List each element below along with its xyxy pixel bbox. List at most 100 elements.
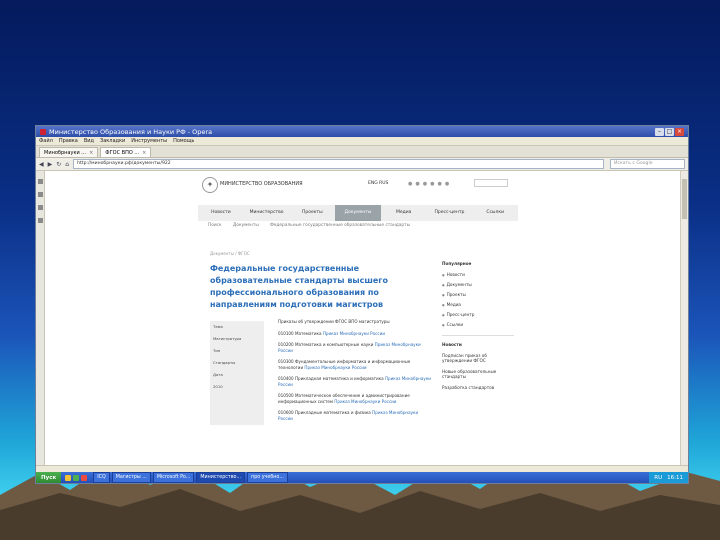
- language-links[interactable]: ENG RUS: [368, 181, 388, 186]
- reload-icon[interactable]: ↻: [56, 161, 61, 168]
- item-code: 010100: [278, 330, 294, 336]
- site-search-input[interactable]: [474, 179, 508, 187]
- subnav-item[interactable]: Федеральные государственные образователь…: [270, 223, 410, 228]
- item-code: 010400: [278, 376, 294, 381]
- nav-item-active[interactable]: Документы: [335, 205, 381, 221]
- subnav-item[interactable]: Поиск: [208, 223, 222, 228]
- filter-box: Тема Магистратура Тип Стандарты Дата 201…: [210, 321, 264, 425]
- divider: [442, 335, 514, 336]
- back-icon[interactable]: ◀: [39, 161, 44, 168]
- folder-icon[interactable]: [65, 474, 72, 481]
- icq-icon[interactable]: [73, 474, 80, 481]
- sidebar-link[interactable]: Проекты: [442, 292, 514, 297]
- taskbar-item[interactable]: про учебно...: [247, 472, 288, 483]
- home-icon[interactable]: ⌂: [65, 161, 69, 168]
- language-indicator[interactable]: RU: [654, 475, 662, 481]
- item-text: Математика и компьютерные науки: [294, 342, 374, 347]
- breadcrumb[interactable]: Документы / ФГОС: [210, 251, 250, 256]
- filter-label: Тип: [213, 348, 221, 353]
- filter-label: Тема: [213, 324, 223, 329]
- vertical-scrollbar[interactable]: [680, 171, 688, 465]
- menu-edit[interactable]: Правка: [59, 138, 78, 144]
- nav-item[interactable]: Министерство: [244, 205, 290, 221]
- item-code: 010600: [278, 410, 294, 415]
- taskbar-item[interactable]: Microsoft Po...: [152, 472, 195, 483]
- browser-tab-active[interactable]: ФГОС ВПО ... ×: [100, 147, 152, 157]
- nav-item[interactable]: Медиа: [381, 205, 427, 221]
- history-icon[interactable]: [37, 218, 43, 223]
- list-item: 010200 Математика и компьютерные науки П…: [278, 342, 434, 353]
- windows-taskbar: Пуск ICQ Магистры ... Microsoft Po... Ми…: [36, 472, 688, 483]
- menu-help[interactable]: Помощь: [173, 138, 194, 144]
- list-item: 010500 Математическое обеспечение и адми…: [278, 393, 434, 404]
- forward-icon[interactable]: ▶: [48, 161, 53, 168]
- tab-label: Минобрнауки ...: [44, 149, 87, 156]
- list-item: 010100 Математика Приказ Минобрнауки Рос…: [278, 331, 434, 337]
- emblem-icon: ✦: [202, 177, 218, 193]
- right-sidebar: Популярное Новости Документы Проекты Мед…: [442, 261, 514, 396]
- item-code: 010300: [278, 359, 294, 364]
- main-nav: Новости Министерство Проекты Документы М…: [198, 205, 518, 221]
- sidebar-link[interactable]: Ссылки: [442, 322, 514, 327]
- browser-screenshot: Министерство Образования и Науки РФ - Op…: [36, 126, 688, 483]
- page-title: Федеральные государственные образователь…: [210, 264, 388, 309]
- tab-close-icon[interactable]: ×: [142, 150, 146, 156]
- clock: 16:11: [667, 474, 683, 481]
- scrollbar-thumb[interactable]: [682, 179, 687, 219]
- address-bar: ◀ ▶ ↻ ⌂ http://минобрнауки.рф/документы/…: [36, 158, 688, 171]
- nav-item[interactable]: Ссылки: [472, 205, 518, 221]
- menu-file[interactable]: Файл: [39, 138, 53, 144]
- list-item: 010400 Прикладная математика и информати…: [278, 376, 434, 387]
- opera-icon[interactable]: [81, 474, 88, 481]
- social-icons[interactable]: ●●●●●●: [408, 181, 452, 187]
- filter-label: Дата: [213, 372, 223, 377]
- bookmarks-icon[interactable]: [37, 179, 43, 184]
- filter-value[interactable]: Магистратура: [213, 336, 261, 341]
- search-input[interactable]: Искать с Google: [610, 159, 685, 169]
- tab-close-icon[interactable]: ×: [89, 150, 93, 156]
- item-link[interactable]: Приказ Минобрнауки России: [304, 365, 366, 370]
- menu-tools[interactable]: Инструменты: [131, 138, 167, 144]
- news-title[interactable]: Новые образовательные стандарты: [442, 369, 496, 379]
- notes-icon[interactable]: [37, 192, 43, 197]
- nav-item[interactable]: Проекты: [289, 205, 335, 221]
- news-item[interactable]: Разработка стандартов: [442, 385, 514, 390]
- item-link[interactable]: Приказ Минобрнауки России: [323, 331, 385, 336]
- filter-value[interactable]: 2010: [213, 384, 261, 389]
- nav-item[interactable]: Пресс-центр: [427, 205, 473, 221]
- news-title[interactable]: Подписан приказ об утверждении ФГОС: [442, 353, 487, 363]
- filter-value[interactable]: Стандарты: [213, 360, 261, 365]
- taskbar-item[interactable]: ICQ: [93, 472, 110, 483]
- url-input[interactable]: http://минобрнауки.рф/документы/922: [73, 159, 604, 169]
- sidebar-link[interactable]: Медиа: [442, 302, 514, 307]
- site-name[interactable]: МИНИСТЕРСТВО ОБРАЗОВАНИЯ: [220, 181, 303, 187]
- page-viewport: ✦ МИНИСТЕРСТВО ОБРАЗОВАНИЯ ENG RUS ●●●●●…: [36, 171, 688, 465]
- sidebar-link[interactable]: Пресс-центр: [442, 312, 514, 317]
- taskbar-item[interactable]: Магистры ...: [111, 472, 151, 483]
- tab-label: ФГОС ВПО ...: [105, 149, 140, 156]
- quick-launch: [65, 474, 89, 481]
- item-link[interactable]: Приказ Минобрнауки России: [334, 399, 396, 404]
- news-item[interactable]: Новые образовательные стандарты: [442, 369, 514, 379]
- menu-view[interactable]: Вид: [84, 138, 94, 144]
- minimize-button[interactable]: –: [655, 127, 664, 136]
- sidebar-link[interactable]: Документы: [442, 282, 514, 287]
- news-item[interactable]: Подписан приказ об утверждении ФГОС: [442, 353, 514, 363]
- list-item: 010300 Фундаментальные информатика и инф…: [278, 359, 434, 370]
- close-button[interactable]: ×: [675, 127, 684, 136]
- subnav-item[interactable]: Документы: [233, 223, 259, 228]
- start-button[interactable]: Пуск: [36, 472, 62, 483]
- tab-bar: Минобрнауки ... × ФГОС ВПО ... ×: [36, 146, 688, 158]
- news-title[interactable]: Разработка стандартов: [442, 385, 494, 390]
- item-code: 010500: [278, 393, 294, 398]
- list-item: 010600 Прикладные математика и физика Пр…: [278, 410, 434, 421]
- downloads-icon[interactable]: [37, 205, 43, 210]
- nav-item[interactable]: Новости: [198, 205, 244, 221]
- taskbar-item-active[interactable]: Министерство...: [196, 472, 246, 483]
- maximize-button[interactable]: □: [665, 127, 674, 136]
- item-text: Прикладные математика и физика: [294, 410, 371, 415]
- browser-tab[interactable]: Минобрнауки ... ×: [39, 147, 99, 157]
- sidebar-link[interactable]: Новости: [442, 272, 514, 277]
- sidebar-heading: Популярное: [442, 261, 472, 266]
- menu-bookmarks[interactable]: Закладки: [100, 138, 125, 144]
